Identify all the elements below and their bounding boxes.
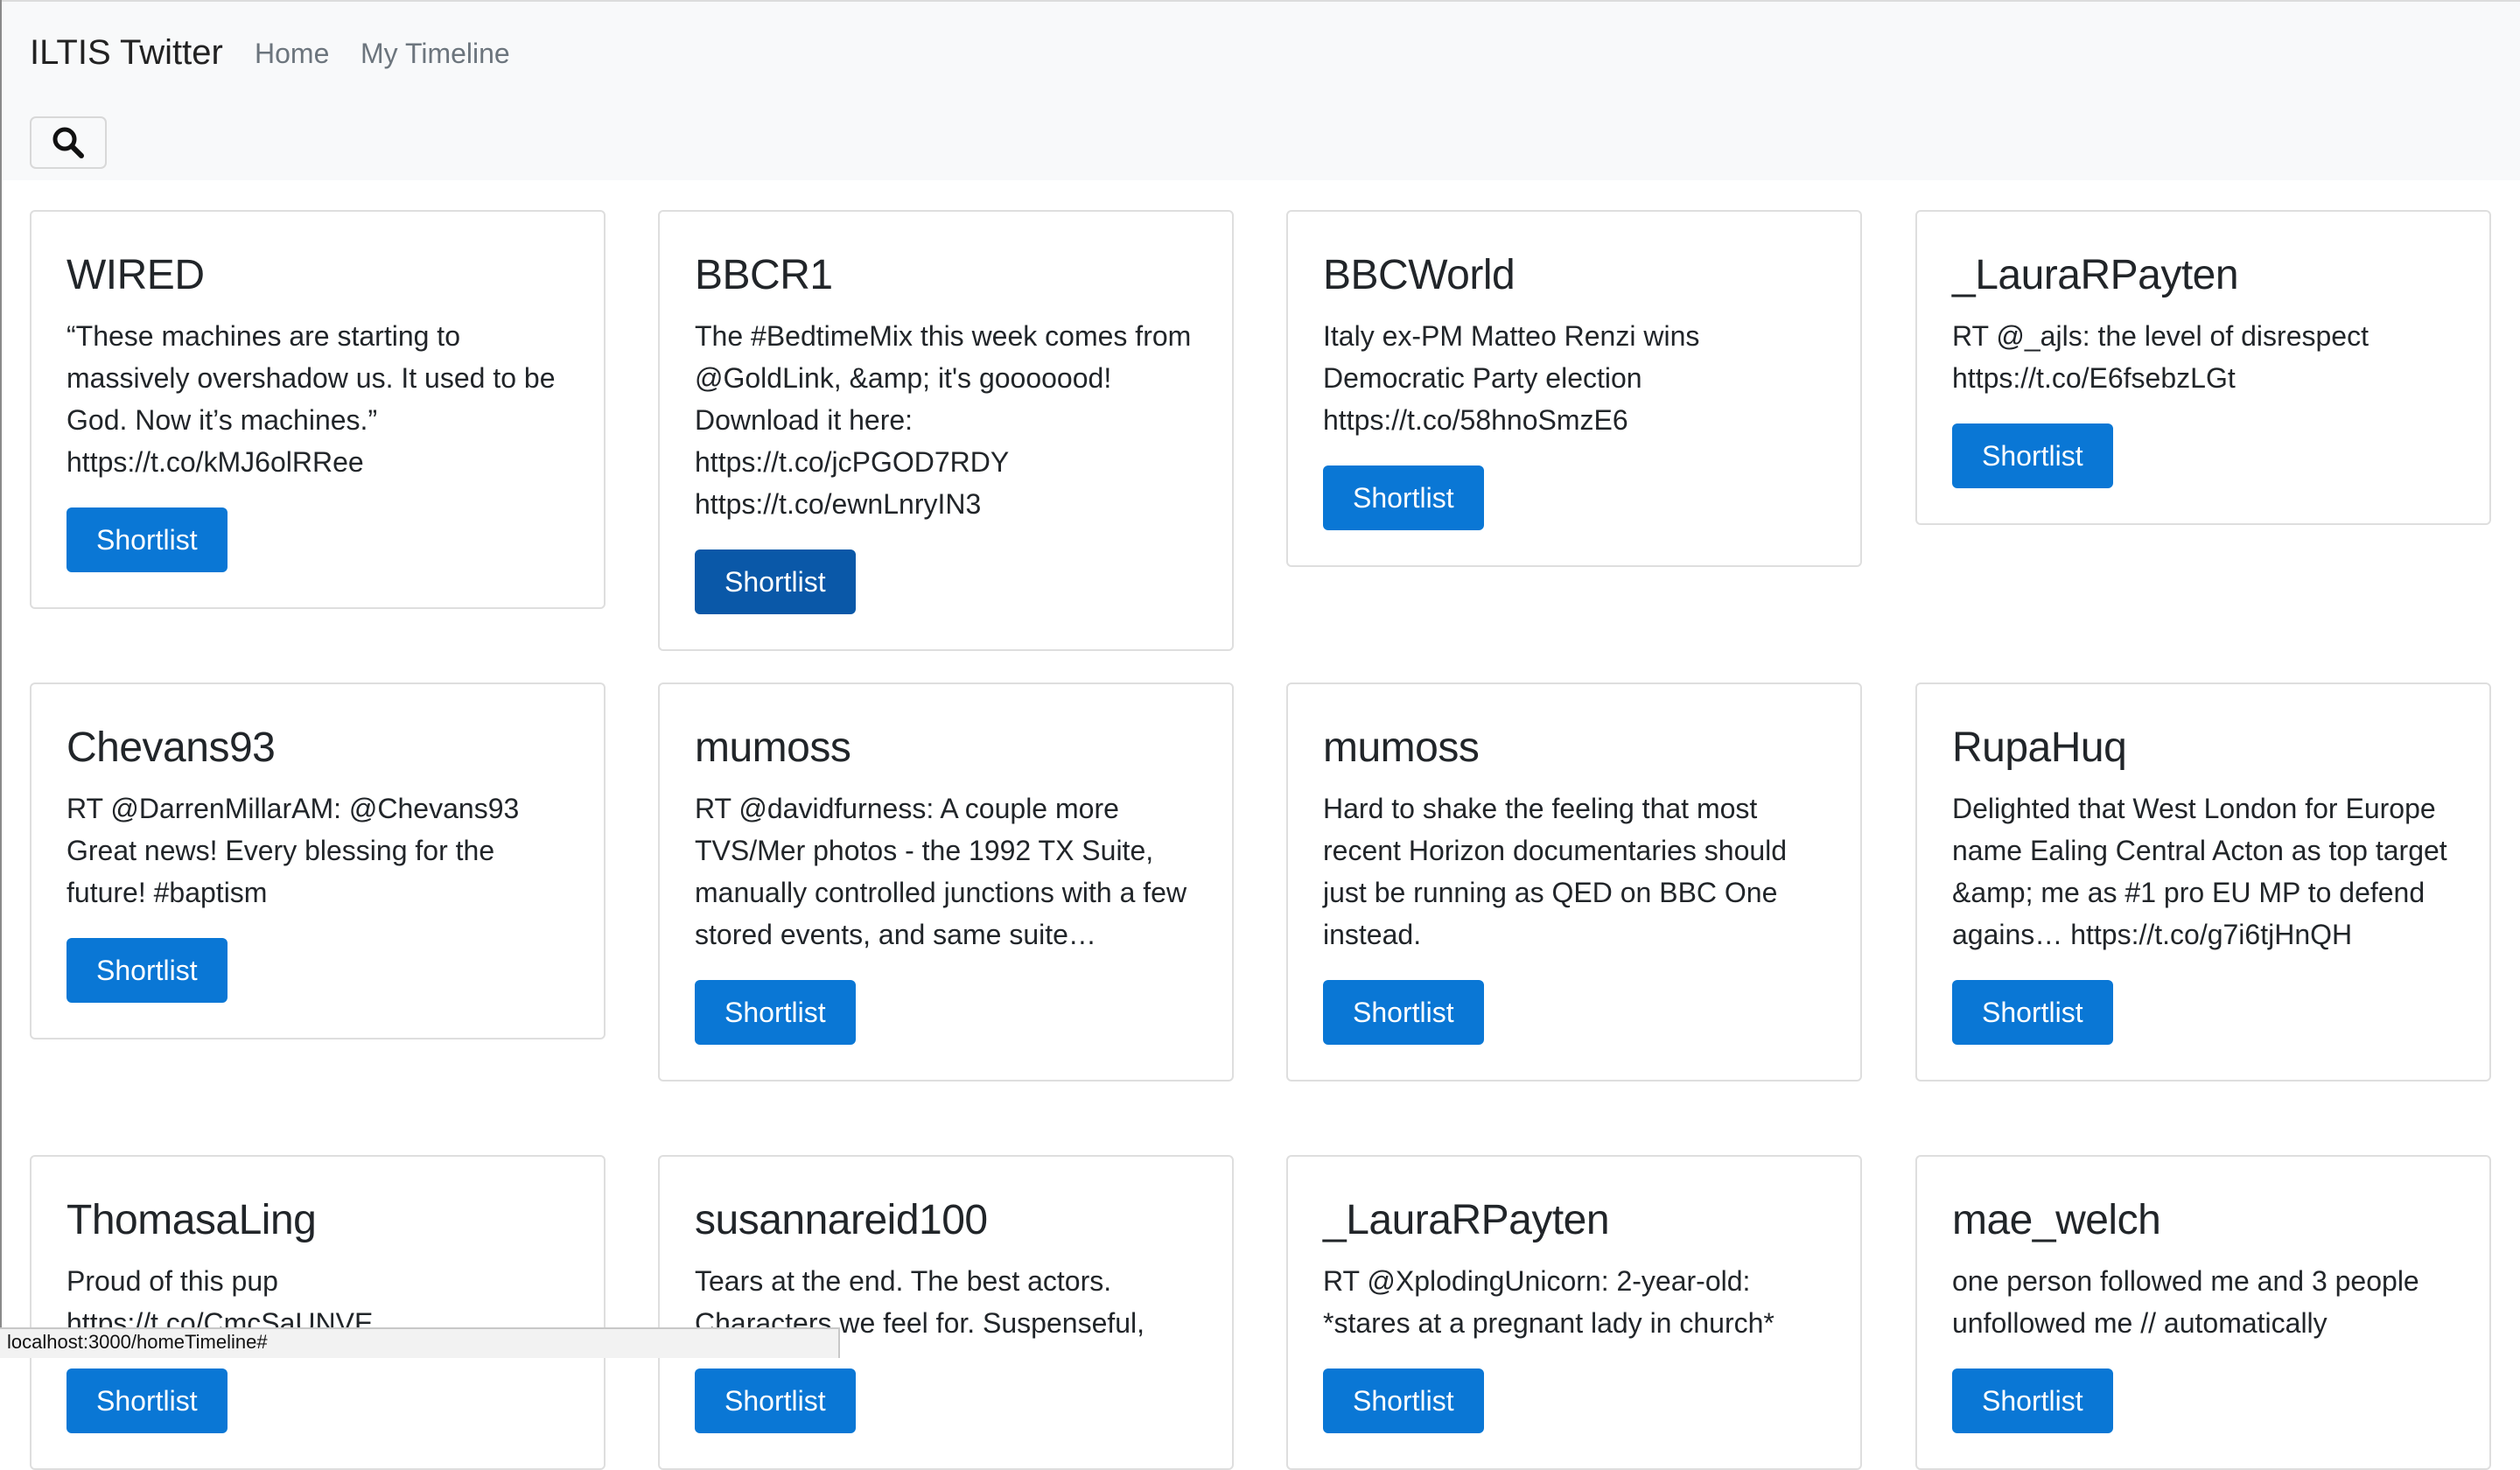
tweet-author: mumoss: [1323, 724, 1480, 771]
shortlist-button[interactable]: Shortlist: [1323, 466, 1484, 530]
tweet-card: mumoss Hard to shake the feeling that mo…: [1286, 682, 1862, 1082]
shortlist-button[interactable]: Shortlist: [1952, 1368, 2113, 1433]
window-edge: [0, 0, 2, 1358]
tweet-author: Chevans93: [66, 724, 276, 771]
tweet-text: RT @DarrenMillarAM: @Chevans93 Great new…: [66, 793, 520, 908]
tweet-text: Hard to shake the feeling that most rece…: [1323, 793, 1788, 950]
nav-link-my-timeline[interactable]: My Timeline: [360, 37, 510, 70]
tweet-text: Italy ex-PM Matteo Renzi wins Democratic…: [1323, 320, 1700, 436]
shortlist-button[interactable]: Shortlist: [695, 1368, 856, 1433]
shortlist-button[interactable]: Shortlist: [66, 938, 228, 1003]
tweet-card: RupaHuq Delighted that West London for E…: [1915, 682, 2491, 1082]
tweet-text: one person followed me and 3 people unfo…: [1952, 1265, 2419, 1339]
tweet-text: The #BedtimeMix this week comes from @Go…: [695, 320, 1192, 520]
tweet-card: WIRED “These machines are starting to ma…: [30, 210, 606, 609]
tweet-card: BBCR1 The #BedtimeMix this week comes fr…: [658, 210, 1234, 651]
browser-status-url: localhost:3000/homeTimeline#: [0, 1327, 840, 1358]
tweet-card: ThomasaLing Proud of this pup https://t.…: [30, 1155, 606, 1470]
tweet-author: susannareid100: [695, 1197, 988, 1243]
tweet-text: Delighted that West London for Europe na…: [1952, 793, 2447, 950]
shortlist-button[interactable]: Shortlist: [1952, 424, 2113, 488]
shortlist-button[interactable]: Shortlist: [695, 980, 856, 1045]
tweet-author: RupaHuq: [1952, 724, 2127, 771]
tweet-text: RT @davidfurness: A couple more TVS/Mer …: [695, 793, 1187, 950]
shortlist-button[interactable]: Shortlist: [1952, 980, 2113, 1045]
tweet-author: mumoss: [695, 724, 851, 771]
tweet-author: mae_welch: [1952, 1197, 2161, 1243]
shortlist-button[interactable]: Shortlist: [695, 550, 856, 614]
tweet-card: mae_welch one person followed me and 3 p…: [1915, 1155, 2491, 1470]
tweet-author: _LauraRPayten: [1952, 252, 2239, 298]
tweet-card: _LauraRPayten RT @XplodingUnicorn: 2-yea…: [1286, 1155, 1862, 1470]
tweet-author: BBCR1: [695, 252, 833, 298]
tweet-card: mumoss RT @davidfurness: A couple more T…: [658, 682, 1234, 1082]
tweet-text: RT @XplodingUnicorn: 2-year-old: *stares…: [1323, 1265, 1774, 1339]
tweet-card: _LauraRPayten RT @_ajls: the level of di…: [1915, 210, 2491, 525]
search-button[interactable]: [30, 116, 107, 169]
tweet-card: Chevans93 RT @DarrenMillarAM: @Chevans93…: [30, 682, 606, 1040]
shortlist-button[interactable]: Shortlist: [1323, 1368, 1484, 1433]
search-icon: [52, 127, 84, 158]
tweet-card: susannareid100 Tears at the end. The bes…: [658, 1155, 1234, 1470]
nav-link-home[interactable]: Home: [255, 37, 329, 70]
brand-title[interactable]: ILTIS Twitter: [30, 33, 223, 72]
tweet-text: “These machines are starting to massivel…: [66, 320, 556, 478]
tweet-author: ThomasaLing: [66, 1197, 317, 1243]
tweet-author: _LauraRPayten: [1323, 1197, 1610, 1243]
shortlist-button[interactable]: Shortlist: [66, 508, 228, 572]
tweet-author: BBCWorld: [1323, 252, 1516, 298]
shortlist-button[interactable]: Shortlist: [1323, 980, 1484, 1045]
shortlist-button[interactable]: Shortlist: [66, 1368, 228, 1433]
top-navbar: ILTIS Twitter Home My Timeline: [0, 0, 2520, 180]
tweet-author: WIRED: [66, 252, 205, 298]
tweet-card: BBCWorld Italy ex-PM Matteo Renzi wins D…: [1286, 210, 1862, 567]
tweet-text: RT @_ajls: the level of disrespect https…: [1952, 320, 2369, 394]
